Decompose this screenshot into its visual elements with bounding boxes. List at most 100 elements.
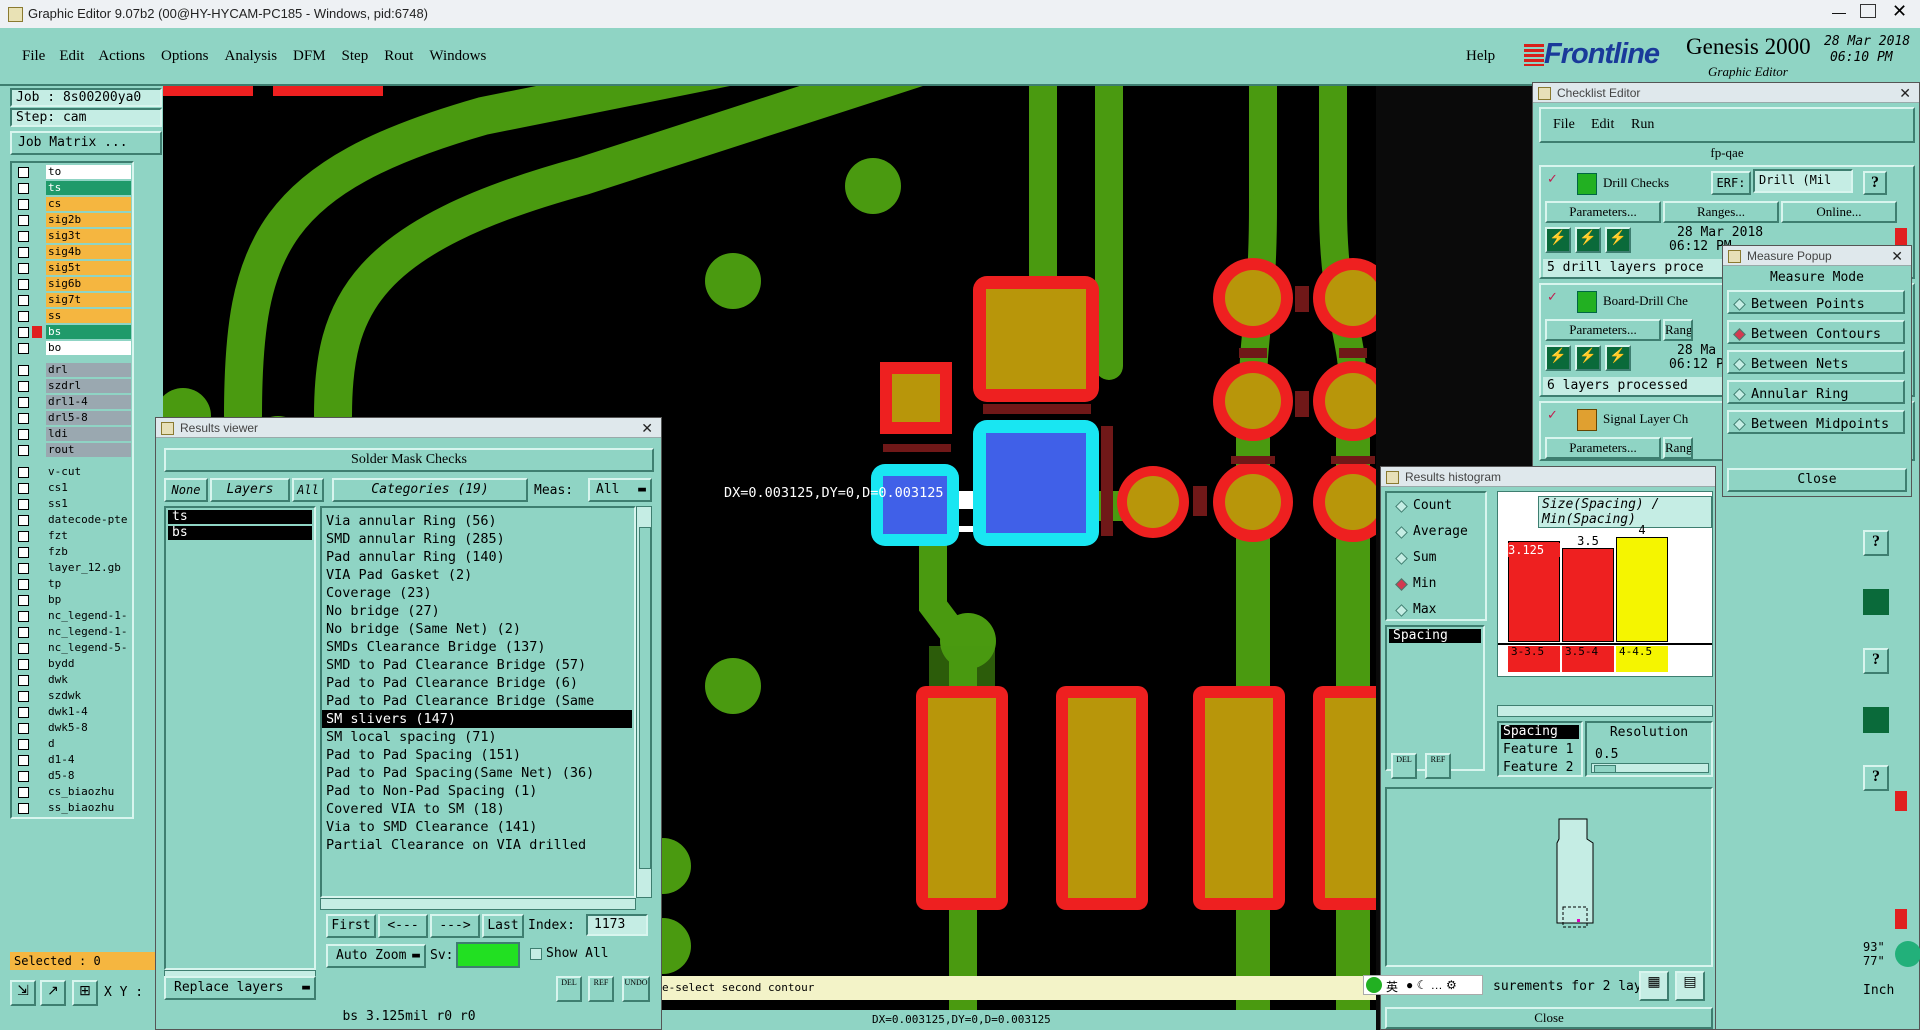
layer-checkbox[interactable] bbox=[18, 365, 29, 376]
measure-mode-option[interactable]: Between Points bbox=[1727, 290, 1905, 314]
histogram-print-icon[interactable]: ▤ bbox=[1675, 971, 1705, 1001]
layer-row[interactable]: ts bbox=[12, 181, 134, 196]
layer-color-swatch[interactable] bbox=[32, 262, 42, 274]
detail-feature-2[interactable]: Feature 2 bbox=[1499, 759, 1581, 777]
category-item[interactable]: Pad to Pad Spacing(Same Net) (36) bbox=[322, 764, 634, 782]
category-item[interactable]: Via to SMD Clearance (141) bbox=[322, 818, 634, 836]
layer-row[interactable]: nc_legend-1- bbox=[12, 625, 134, 640]
layer-row[interactable]: ldi bbox=[12, 427, 134, 442]
layer-row[interactable]: sig7t bbox=[12, 293, 134, 308]
erf-field[interactable]: Drill (Mil bbox=[1753, 169, 1853, 193]
category-item[interactable]: Pad to Non-Pad Spacing (1) bbox=[322, 782, 634, 800]
layer-name[interactable]: sig7t bbox=[46, 293, 131, 307]
layer-checkbox[interactable] bbox=[18, 311, 29, 322]
stop-icon[interactable] bbox=[1895, 909, 1907, 929]
layer-checkbox[interactable] bbox=[18, 707, 29, 718]
measure-popup-titlebar[interactable]: Measure Popup ✕ bbox=[1723, 246, 1911, 266]
layer-name[interactable]: layer_12.gb bbox=[46, 561, 131, 575]
layer-color-swatch[interactable] bbox=[32, 444, 42, 456]
layer-name[interactable]: dwk1-4 bbox=[46, 705, 131, 719]
layer-name[interactable]: tp bbox=[46, 577, 131, 591]
layer-row[interactable]: drl5-8 bbox=[12, 411, 134, 426]
layer-row[interactable]: fzb bbox=[12, 545, 134, 560]
layer-name[interactable]: sig4b bbox=[46, 245, 131, 259]
checklist-close-icon[interactable]: ✕ bbox=[1899, 83, 1911, 103]
ranges-button[interactable]: Rang bbox=[1663, 319, 1693, 341]
histogram-field-list[interactable]: Spacing bbox=[1385, 625, 1485, 771]
undo-icon[interactable]: UNDO bbox=[622, 976, 650, 1002]
help-button[interactable]: ? bbox=[1863, 171, 1887, 195]
parameters-button[interactable]: Parameters... bbox=[1545, 319, 1661, 341]
layer-checkbox[interactable] bbox=[18, 643, 29, 654]
layer-color-swatch[interactable] bbox=[32, 396, 42, 408]
category-item[interactable]: Partial Clearance on VIA drilled bbox=[322, 836, 634, 854]
menu-rout[interactable]: Rout bbox=[384, 48, 413, 65]
layer-name[interactable]: drl5-8 bbox=[46, 411, 131, 425]
layer-checkbox[interactable] bbox=[18, 167, 29, 178]
layer-checkbox[interactable] bbox=[18, 531, 29, 542]
layer-checkbox[interactable] bbox=[18, 627, 29, 638]
help-button[interactable]: ? bbox=[1863, 530, 1889, 556]
layer-name[interactable]: d1-4 bbox=[46, 753, 131, 767]
layer-color-swatch[interactable] bbox=[32, 380, 42, 392]
run-all-icon[interactable]: ⚡ bbox=[1575, 227, 1601, 253]
stop-icon[interactable]: ⚡ bbox=[1605, 227, 1631, 253]
category-item[interactable]: Pad to Pad Clearance Bridge (6) bbox=[322, 674, 634, 692]
checklist-menu-edit[interactable]: Edit bbox=[1591, 117, 1614, 133]
layer-name[interactable]: cs bbox=[46, 197, 131, 211]
layer-row[interactable]: fzt bbox=[12, 529, 134, 544]
layer-name[interactable]: nc_legend-1- bbox=[46, 609, 131, 623]
menu-actions[interactable]: Actions bbox=[98, 48, 145, 65]
layer-row[interactable]: ss bbox=[12, 309, 134, 324]
measure-popup-close-icon[interactable]: ✕ bbox=[1891, 246, 1903, 266]
ruler-tool-icon[interactable]: ↗ bbox=[40, 980, 66, 1006]
ranges-button[interactable]: Rang bbox=[1663, 437, 1693, 459]
layer-row[interactable]: sig4b bbox=[12, 245, 134, 260]
help-button[interactable]: ? bbox=[1863, 648, 1889, 674]
layer-name[interactable]: bs bbox=[46, 325, 131, 339]
category-item[interactable]: Pad annular Ring (140) bbox=[322, 548, 634, 566]
checklist-row-label[interactable]: Board-Drill Che bbox=[1603, 293, 1688, 309]
layer-name[interactable]: v-cut bbox=[46, 465, 131, 479]
category-item[interactable]: VIA Pad Gasket (2) bbox=[322, 566, 634, 584]
layer-checkbox[interactable] bbox=[18, 803, 29, 814]
resolution-slider[interactable] bbox=[1591, 763, 1709, 773]
checklist-menu-file[interactable]: File bbox=[1553, 117, 1575, 133]
layer-name[interactable]: ss1 bbox=[46, 497, 131, 511]
category-item[interactable]: Coverage (23) bbox=[322, 584, 634, 602]
close-button[interactable]: ✕ bbox=[1892, 1, 1907, 22]
layer-checkbox[interactable] bbox=[18, 723, 29, 734]
layer-row[interactable]: dwk bbox=[12, 673, 134, 688]
menu-windows[interactable]: Windows bbox=[429, 48, 486, 65]
layer-row[interactable]: bydd bbox=[12, 657, 134, 672]
categories-button[interactable]: Categories (19) bbox=[332, 478, 528, 502]
categories-scrollbar[interactable] bbox=[636, 506, 652, 898]
layer-checkbox[interactable] bbox=[18, 183, 29, 194]
layer-name[interactable]: dwk bbox=[46, 673, 131, 687]
sv-color-select[interactable] bbox=[456, 942, 520, 968]
layer-color-swatch[interactable] bbox=[32, 182, 42, 194]
last-button[interactable]: Last bbox=[482, 914, 524, 938]
slider-thumb[interactable] bbox=[1594, 765, 1616, 773]
layer-row[interactable]: bp bbox=[12, 593, 134, 608]
layer-color-swatch[interactable] bbox=[32, 428, 42, 440]
layer-color-swatch[interactable] bbox=[32, 786, 42, 798]
layer-row[interactable]: nc_legend-5- bbox=[12, 641, 134, 656]
layer-row[interactable]: d bbox=[12, 737, 134, 752]
layer-checkbox[interactable] bbox=[18, 483, 29, 494]
layer-checkbox[interactable] bbox=[18, 739, 29, 750]
layer-row[interactable]: cs_biaozhu bbox=[12, 785, 134, 800]
stop-icon[interactable] bbox=[1895, 791, 1907, 811]
layer-color-swatch[interactable] bbox=[32, 738, 42, 750]
layer-color-swatch[interactable] bbox=[32, 530, 42, 542]
layer-name[interactable]: rout bbox=[46, 443, 131, 457]
layer-row[interactable]: bo bbox=[12, 341, 134, 356]
layer-color-swatch[interactable] bbox=[32, 466, 42, 478]
stop-icon[interactable]: ⚡ bbox=[1605, 345, 1631, 371]
layer-color-swatch[interactable] bbox=[32, 412, 42, 424]
results-viewer-titlebar[interactable]: Results viewer ✕ bbox=[156, 418, 661, 438]
layer-row[interactable]: layer_12.gb bbox=[12, 561, 134, 576]
menu-edit[interactable]: Edit bbox=[59, 48, 84, 65]
category-item[interactable]: SMD to Pad Clearance Bridge (57) bbox=[322, 656, 634, 674]
job-matrix-button[interactable]: Job Matrix ... bbox=[10, 131, 162, 155]
